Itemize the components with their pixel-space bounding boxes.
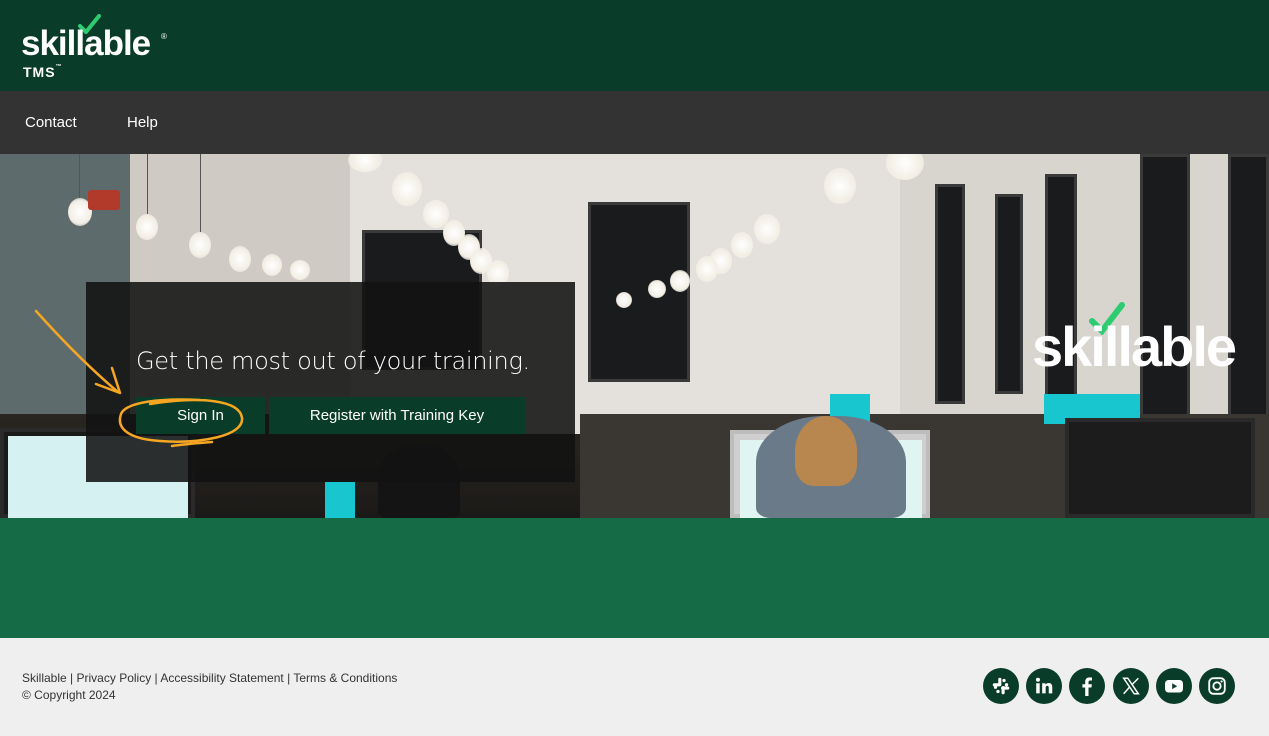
green-content-band — [0, 518, 1269, 638]
pendant-light — [616, 292, 632, 308]
logo-wordmark: skillable — [21, 24, 151, 63]
monitor-glow — [325, 482, 355, 518]
pendant-light — [670, 270, 690, 292]
pendant-light — [189, 232, 211, 258]
slack-glyph — [992, 677, 1010, 695]
facebook-glyph — [1082, 677, 1092, 696]
instagram-icon[interactable] — [1199, 668, 1235, 704]
facebook-icon[interactable] — [1069, 668, 1105, 704]
logo-product-name: TMS™ — [23, 64, 63, 80]
hero-skillable-logo: skillable — [1032, 301, 1252, 381]
slack-icon[interactable] — [983, 668, 1019, 704]
footer-separator: | — [154, 671, 158, 685]
hero-background-window — [588, 202, 690, 382]
pendant-light — [696, 256, 718, 282]
pendant-light — [290, 260, 310, 280]
pendant-light — [731, 232, 753, 258]
skillable-tms-logo[interactable]: skillable ® TMS™ — [21, 14, 171, 82]
monitor — [1065, 418, 1255, 518]
top-nav: Contact Help — [0, 91, 1269, 154]
pendant-light — [262, 254, 282, 276]
hero-tagline: Get the most out of your training. — [136, 347, 530, 375]
light-cord — [147, 154, 148, 214]
signin-promo-card: Get the most out of your training. Sign … — [86, 282, 575, 482]
hero-banner: skillable Get the most out of your train… — [0, 154, 1269, 518]
hero-brand-wordmark: skillable — [1032, 315, 1237, 378]
person-hair — [795, 416, 857, 486]
site-footer: Skillable | Privacy Policy | Accessibili… — [0, 638, 1269, 736]
register-training-key-button[interactable]: Register with Training Key — [269, 397, 525, 434]
light-cord — [200, 154, 201, 232]
footer-link-skillable[interactable]: Skillable — [22, 671, 67, 685]
nav-item-contact[interactable]: Contact — [25, 114, 77, 131]
footer-separator: | — [287, 671, 291, 685]
pendant-light — [392, 172, 422, 206]
logo-registered-mark: ® — [161, 32, 167, 41]
footer-link-privacy-policy[interactable]: Privacy Policy — [77, 671, 152, 685]
nav-item-help[interactable]: Help — [127, 114, 158, 131]
hero-background-window — [995, 194, 1023, 394]
site-header: skillable ® TMS™ — [0, 0, 1269, 91]
pendant-light — [229, 246, 251, 272]
linkedin-glyph — [1035, 677, 1053, 694]
pendant-light — [754, 214, 780, 244]
light-cord — [79, 154, 80, 198]
hero-background-window — [1140, 154, 1190, 444]
youtube-icon[interactable] — [1156, 668, 1192, 704]
footer-links: Skillable | Privacy Policy | Accessibili… — [22, 670, 397, 704]
footer-separator: | — [70, 671, 74, 685]
pendant-light — [136, 214, 158, 240]
x-twitter-icon[interactable] — [1113, 668, 1149, 704]
pendant-light — [648, 280, 666, 298]
x-glyph — [1122, 677, 1140, 695]
hero-background-window — [935, 184, 965, 404]
instagram-glyph — [1208, 677, 1226, 695]
hero-background-window — [1228, 154, 1269, 444]
exit-sign — [88, 190, 120, 210]
sign-in-button[interactable]: Sign In — [136, 397, 265, 434]
footer-link-accessibility-statement[interactable]: Accessibility Statement — [160, 671, 283, 685]
linkedin-icon[interactable] — [1026, 668, 1062, 704]
copyright-text: © Copyright 2024 — [22, 688, 116, 702]
pendant-light — [824, 168, 856, 204]
footer-link-terms-conditions[interactable]: Terms & Conditions — [293, 671, 397, 685]
youtube-glyph — [1165, 680, 1183, 693]
